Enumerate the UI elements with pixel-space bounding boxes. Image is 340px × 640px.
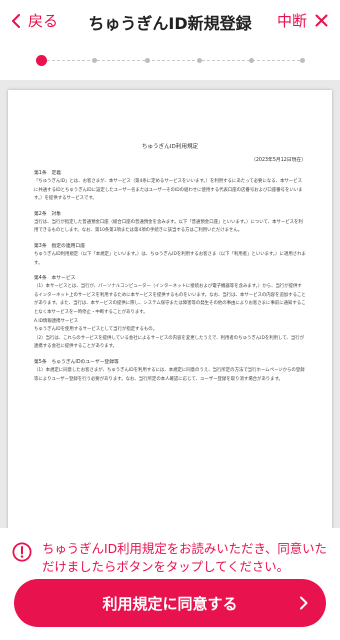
chevron-left-icon — [12, 13, 20, 28]
section-heading: 第3条 指定の連用口座 — [34, 243, 86, 249]
section-text: （1）本規定に同意したお客さまが、ちゅうぎんIDを利用するには、本規定に同意のう… — [34, 367, 305, 382]
terms-document-page: ちゅうぎんID利用規定 （2023年5月12日現在） 第1条 定義 「ちゅうぎん… — [8, 90, 332, 528]
section-text: （1）本サービスとは、当行が、パーソナルコンピューター（インターネットに接続およ… — [34, 284, 306, 350]
step-3 — [145, 58, 150, 63]
step-2 — [92, 58, 97, 63]
back-button[interactable]: 戻る — [10, 10, 58, 31]
agree-button-label: 利用規定に同意する — [102, 594, 238, 613]
chevron-right-icon — [300, 596, 308, 610]
section-heading: 第1条 定義 — [34, 171, 62, 176]
notice-text: ちゅうぎんID利用規定をお読みいただき、同意いただけましたらボタンをタップしてく… — [42, 541, 327, 574]
step-4 — [197, 58, 202, 63]
section-heading: 第5条 ちゅうぎんIDのユーザー登録等 — [34, 359, 119, 365]
abort-label: 中断 — [276, 12, 307, 30]
abort-button[interactable]: 中断 — [277, 10, 328, 31]
progress-stepper — [36, 54, 306, 68]
terms-document-viewer[interactable]: ちゅうぎんID利用規定 （2023年5月12日現在） 第1条 定義 「ちゅうぎん… — [0, 80, 340, 528]
document-date: （2023年5月12日現在） — [251, 158, 306, 163]
section-text: ちゅうぎんID利用規定（以下「本規定」といいます。）は、ちゅうぎんIDを利用する… — [34, 251, 306, 266]
top-app-bar: 戻る ちゅうぎんID新規登録 中断 — [0, 0, 340, 44]
section-text: 「ちゅうぎんID」とは、お客さまが、本サービス（第4条に定めるサービスをいいます… — [34, 179, 303, 202]
step-6 — [300, 58, 305, 63]
close-icon — [315, 14, 328, 27]
agree-terms-button[interactable]: 利用規定に同意する — [14, 579, 326, 627]
section-heading: 第2条 対象 — [34, 211, 62, 217]
step-5 — [249, 58, 254, 63]
section-heading: 第4条 本サービス — [34, 276, 76, 282]
section-text: 当行は、当行が指定した普通預金口座（総合口座の普通預金を含みます。以下「普通預金… — [34, 219, 303, 234]
back-label: 戻る — [28, 12, 59, 30]
exclamation-circle-icon — [12, 542, 32, 562]
stepper-track — [42, 60, 300, 61]
agreement-notice: ちゅうぎんID利用規定をお読みいただき、同意いただけましたらボタンをタップしてく… — [12, 540, 332, 576]
document-title: ちゅうぎんID利用規定 — [141, 144, 199, 150]
step-1-current — [36, 55, 47, 66]
